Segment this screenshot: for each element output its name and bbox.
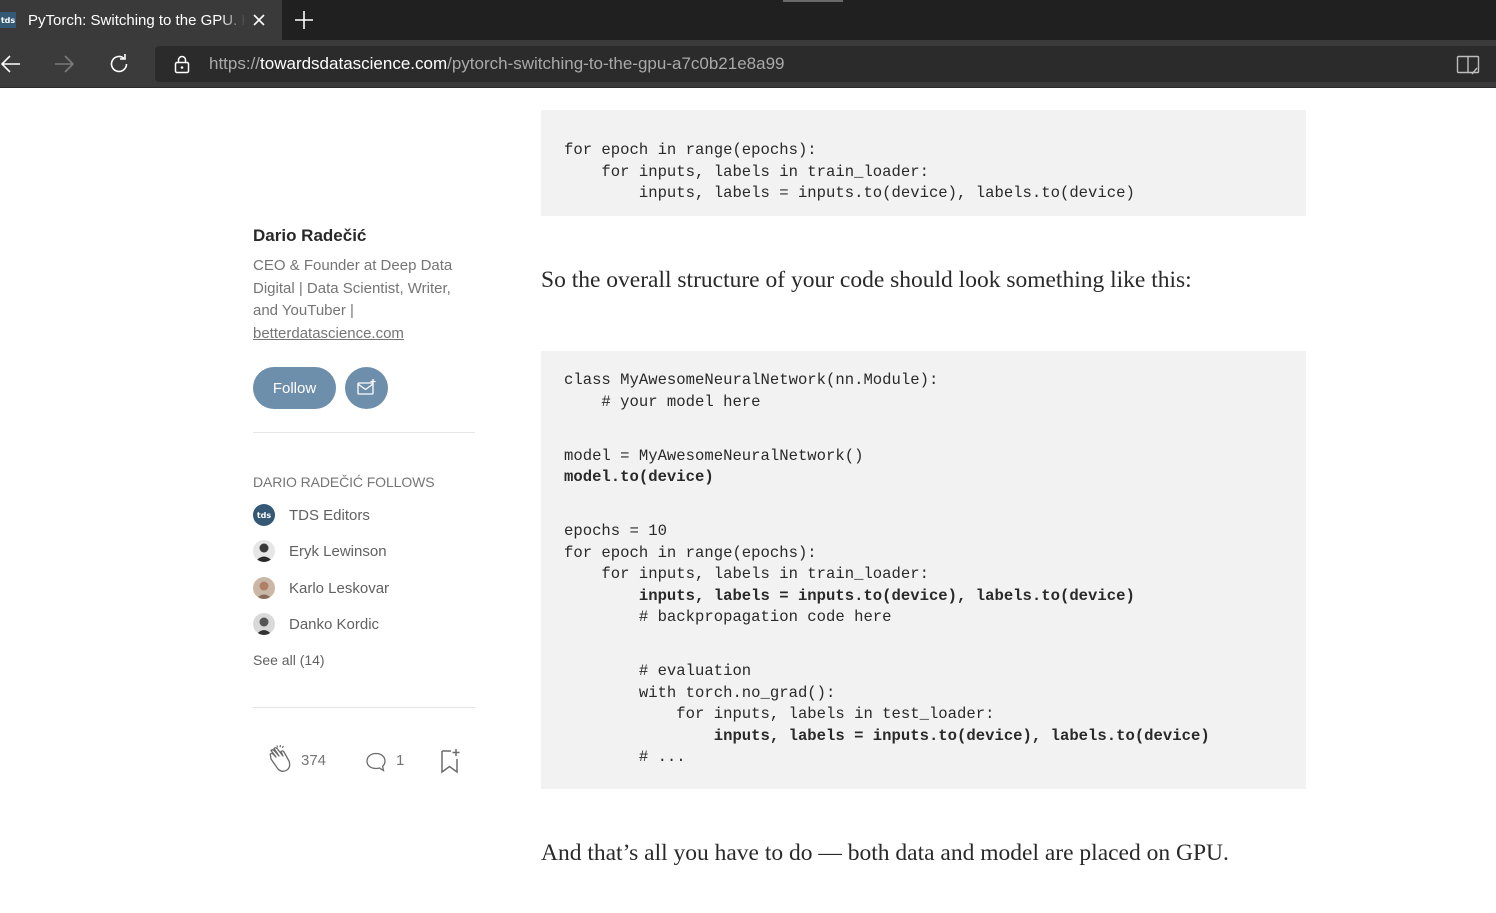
code-line: for epoch in range(epochs): — [564, 543, 817, 562]
window-drag-handle — [783, 0, 843, 2]
code-line: for epoch in range(epochs): — [564, 141, 817, 159]
comment-icon[interactable] — [365, 751, 387, 773]
follow-item-tds-editors[interactable]: tds TDS Editors — [253, 503, 370, 527]
follows-heading: DARIO RADEČIĆ FOLLOWS — [253, 474, 435, 490]
avatar — [253, 577, 275, 599]
tab-title: PyTorch: Switching to the GPU. How — [28, 11, 246, 29]
follow-item-eryk-lewinson[interactable]: Eryk Lewinson — [253, 539, 387, 563]
tds-favicon-icon: tds — [0, 12, 16, 28]
code-block-overall-structure: class MyAwesomeNeuralNetwork(nn.Module):… — [541, 351, 1306, 789]
code-line: # ... — [564, 748, 686, 766]
subscribe-email-button[interactable] — [345, 367, 388, 409]
avatar — [253, 540, 275, 562]
code-line: with torch.no_grad(): — [564, 683, 836, 702]
refresh-icon[interactable] — [107, 52, 131, 76]
code-block-training-loop: for epoch in range(epochs): for inputs, … — [541, 110, 1306, 216]
code-line: # backpropagation code here — [564, 608, 892, 626]
mail-plus-icon — [356, 379, 375, 395]
code-line: model = MyAwesomeNeuralNetwork() — [564, 446, 864, 465]
browser-toolbar: https://towardsdatascience.com/pytorch-s… — [0, 40, 1496, 88]
lock-icon[interactable] — [172, 54, 192, 74]
follow-name: Eryk Lewinson — [289, 542, 387, 560]
url-path: /pytorch-switching-to-the-gpu-a7c0b21e8a… — [447, 54, 785, 73]
follow-item-karlo-leskovar[interactable]: Karlo Leskovar — [253, 576, 389, 600]
author-sidebar: Dario Radečić CEO & Founder at Deep Data… — [253, 89, 475, 913]
code-line: inputs, labels = inputs.to(device), labe… — [564, 586, 1135, 605]
article-paragraph: So the overall structure of your code sh… — [541, 267, 1192, 293]
follow-button[interactable]: Follow — [253, 367, 336, 409]
code-line: for inputs, labels in train_loader: — [564, 162, 929, 181]
code-line: # evaluation — [564, 662, 752, 680]
follow-name: Danko Kordic — [289, 615, 380, 633]
reader-mode-icon[interactable] — [1456, 54, 1480, 76]
code-line: epochs = 10 — [564, 522, 667, 540]
tab-strip: tds PyTorch: Switching to the GPU. How — [0, 0, 1496, 40]
engagement-bar: 374 1 — [253, 745, 475, 777]
author-website-link[interactable]: betterdatascience.com — [253, 325, 404, 342]
code-line: model.to(device) — [564, 468, 714, 486]
tds-avatar: tds — [253, 504, 275, 526]
code-line: inputs, labels = inputs.to(device), labe… — [564, 184, 1135, 202]
code-line: class MyAwesomeNeuralNetwork(nn.Module): — [564, 371, 939, 389]
clap-count: 374 — [301, 752, 327, 769]
address-bar[interactable]: https://towardsdatascience.com/pytorch-s… — [155, 46, 1496, 82]
avatar — [253, 613, 275, 635]
clap-icon[interactable] — [265, 745, 293, 775]
url-text[interactable]: https://towardsdatascience.com/pytorch-s… — [209, 54, 785, 74]
article-page: Dario Radečić CEO & Founder at Deep Data… — [0, 89, 1496, 913]
see-all-follows-link[interactable]: See all (14) — [253, 652, 325, 668]
close-icon[interactable] — [250, 11, 268, 29]
comment-count: 1 — [396, 752, 405, 769]
sidebar-divider — [253, 432, 475, 433]
follow-name: Karlo Leskovar — [289, 579, 390, 597]
follow-name: TDS Editors — [289, 506, 370, 524]
author-bio: CEO & Founder at Deep Data Digital | Dat… — [253, 255, 475, 345]
article-paragraph: And that’s all you have to do — both dat… — [541, 840, 1229, 866]
author-bio-text: CEO & Founder at Deep Data Digital | Dat… — [253, 257, 453, 320]
browser-tab[interactable]: tds PyTorch: Switching to the GPU. How — [0, 0, 282, 40]
follow-item-danko-kordic[interactable]: Danko Kordic — [253, 612, 379, 636]
author-name[interactable]: Dario Radečić — [253, 226, 366, 246]
code-line: # your model here — [564, 392, 761, 411]
forward-arrow-icon[interactable] — [52, 52, 76, 76]
url-host: towardsdatascience.com — [260, 54, 448, 73]
back-arrow-icon[interactable] — [0, 52, 24, 76]
code-line: inputs, labels = inputs.to(device), labe… — [564, 726, 1210, 745]
code-line: for inputs, labels in train_loader: — [564, 565, 929, 583]
sidebar-divider — [253, 707, 475, 708]
url-protocol: https:// — [209, 54, 261, 73]
plus-icon[interactable] — [292, 8, 316, 32]
bookmark-add-icon[interactable] — [439, 748, 461, 774]
code-line: for inputs, labels in test_loader: — [564, 705, 995, 723]
